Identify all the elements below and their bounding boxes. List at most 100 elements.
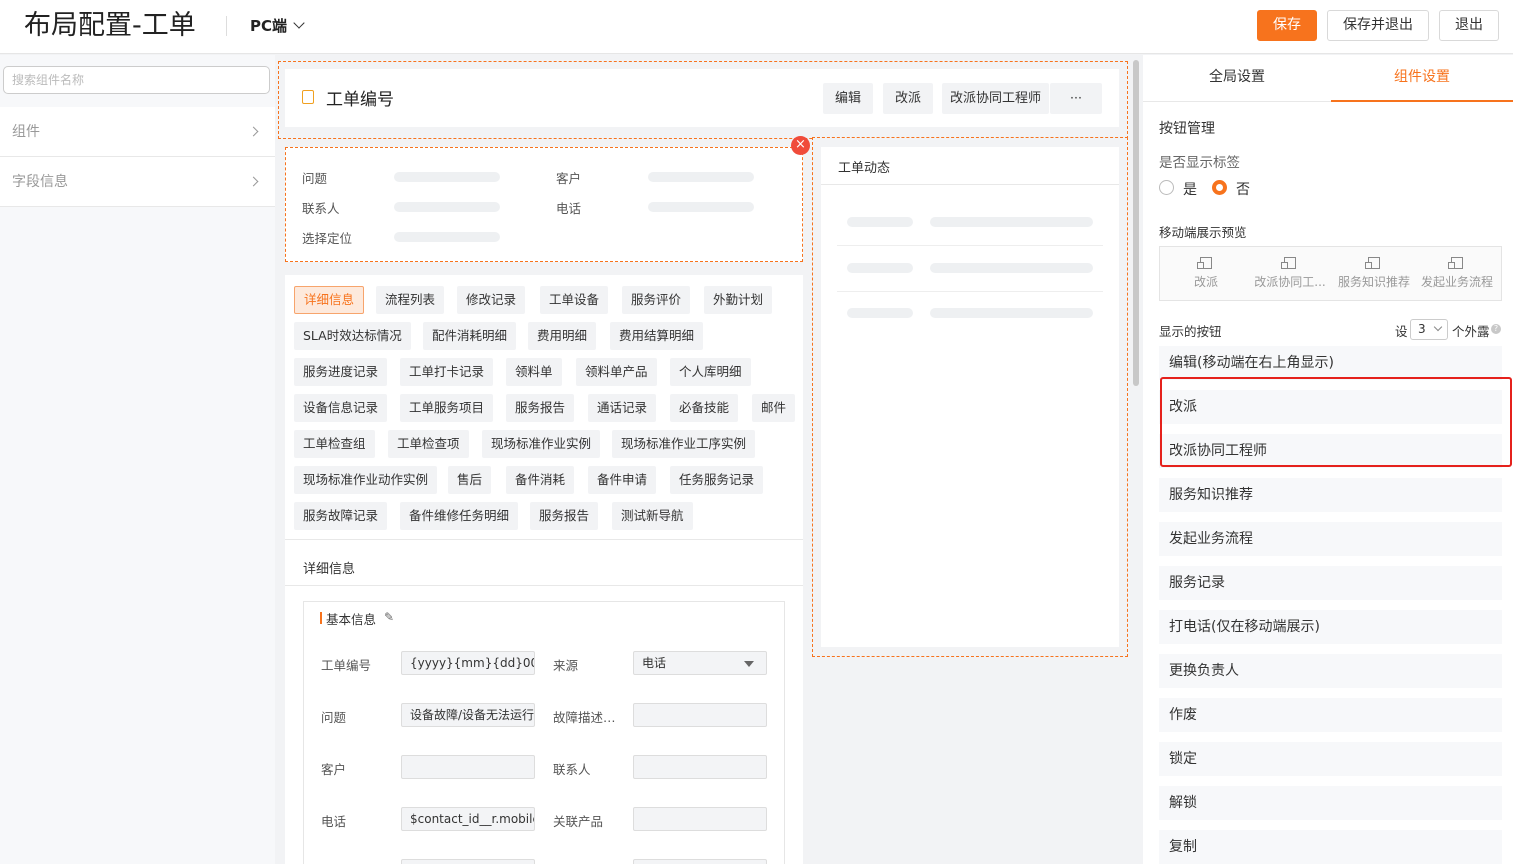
- skeleton-bar: [394, 202, 500, 212]
- tab-item[interactable]: 工单检查组: [294, 430, 375, 458]
- button-item[interactable]: 复制: [1159, 830, 1502, 864]
- form-input[interactable]: [633, 859, 767, 864]
- save-button[interactable]: 保存: [1257, 10, 1317, 41]
- tab-item[interactable]: 售后: [448, 466, 492, 494]
- tab-item[interactable]: SLA时效达标情况: [294, 322, 411, 350]
- source-select[interactable]: 电话: [633, 651, 767, 675]
- tab-item[interactable]: 个人库明细: [670, 358, 751, 386]
- form-input[interactable]: [401, 859, 535, 864]
- tab-item[interactable]: 现场标准作业工序实例: [612, 430, 756, 458]
- form-input[interactable]: 设备故障/设备无法运行: [401, 703, 535, 727]
- tab-item[interactable]: 现场标准作业实例: [482, 430, 601, 458]
- detail-tabs-card: 详细信息 流程列表 修改记录 工单设备 服务评价 外勤计划 SLA时效达标情况 …: [285, 275, 803, 864]
- tab-item[interactable]: 备件消耗: [506, 466, 575, 494]
- tab-item[interactable]: 工单设备: [540, 286, 609, 314]
- divider: [285, 585, 803, 586]
- tab-item[interactable]: 费用明细: [528, 322, 597, 350]
- highlight-box: [1160, 377, 1512, 467]
- button-item[interactable]: 作废: [1159, 698, 1502, 732]
- tab-item[interactable]: 服务故障记录: [294, 502, 388, 530]
- skeleton-bar: [648, 202, 754, 212]
- button-item[interactable]: 编辑(移动端在右上角显示): [1159, 346, 1502, 380]
- show-label-title: 是否显示标签: [1159, 155, 1240, 171]
- tab-item[interactable]: 费用结算明细: [610, 322, 704, 350]
- canvas-scrollbar[interactable]: [1133, 60, 1139, 386]
- exit-button[interactable]: 退出: [1439, 10, 1499, 41]
- button-item[interactable]: 更换负责人: [1159, 654, 1502, 688]
- sidebar-item-fields[interactable]: 字段信息: [0, 157, 275, 207]
- form-input[interactable]: $contact_id__r.mobile1: [401, 807, 535, 831]
- field-label: 联系人: [302, 201, 340, 216]
- pencil-icon[interactable]: ✎: [384, 610, 394, 624]
- more-button[interactable]: ···: [1050, 83, 1102, 114]
- radio-no[interactable]: [1212, 180, 1227, 195]
- action-icon: [1448, 257, 1463, 269]
- form-input[interactable]: [633, 703, 767, 727]
- save-exit-button[interactable]: 保存并退出: [1327, 10, 1429, 41]
- skeleton-bar: [930, 217, 1093, 227]
- tab-item[interactable]: 设备信息记录: [294, 394, 388, 422]
- skeleton-bar: [648, 172, 754, 182]
- tab-item[interactable]: 通话记录: [588, 394, 657, 422]
- search-input[interactable]: 搜索组件名称: [3, 66, 270, 94]
- platform-dropdown[interactable]: PC端: [250, 15, 305, 37]
- tab-item[interactable]: 领料单产品: [576, 358, 657, 386]
- card-reassign-button[interactable]: 改派: [883, 83, 934, 114]
- skeleton-bar: [394, 232, 500, 242]
- tab-item[interactable]: 服务报告: [506, 394, 575, 422]
- button-item[interactable]: 打电话(仅在移动端展示): [1159, 610, 1502, 644]
- tab-item[interactable]: 工单服务项目: [400, 394, 494, 422]
- tab-item[interactable]: 备件申请: [588, 466, 657, 494]
- form-input[interactable]: [633, 755, 767, 779]
- tab-item[interactable]: 任务服务记录: [670, 466, 764, 494]
- button-item[interactable]: 发起业务流程: [1159, 522, 1502, 556]
- tab-item[interactable]: 服务报告: [530, 502, 599, 530]
- close-icon[interactable]: ×: [791, 136, 810, 155]
- tab-component-settings[interactable]: 组件设置: [1331, 55, 1513, 102]
- tab-item[interactable]: 修改记录: [457, 286, 526, 314]
- page-title: 布局配置-工单: [24, 10, 196, 41]
- tab-item[interactable]: 备件维修任务明细: [400, 502, 519, 530]
- tab-detail[interactable]: 详细信息: [294, 286, 365, 314]
- tab-item[interactable]: 配件消耗明细: [423, 322, 517, 350]
- help-icon[interactable]: ?: [1491, 324, 1501, 334]
- tab-item[interactable]: 测试新导航: [612, 502, 693, 530]
- tab-item[interactable]: 服务进度记录: [294, 358, 388, 386]
- form-input[interactable]: [401, 755, 535, 779]
- tab-item[interactable]: 现场标准作业动作实例: [294, 466, 438, 494]
- button-item[interactable]: 服务知识推荐: [1159, 478, 1502, 512]
- form-input[interactable]: [633, 807, 767, 831]
- title-card[interactable]: 工单编号 编辑 改派 改派协同工程师 ···: [285, 69, 1119, 127]
- form-input[interactable]: {yyyy}{mm}{dd}000001: [401, 651, 535, 675]
- divider: [837, 291, 1103, 292]
- preview-item-label: 改派: [1193, 275, 1218, 289]
- button-item[interactable]: 服务记录: [1159, 566, 1502, 600]
- form-label: 客户: [321, 762, 347, 777]
- summary-card[interactable]: 问题 客户 联系人 电话 选择定位: [285, 147, 803, 262]
- tab-item[interactable]: 领料单: [506, 358, 562, 386]
- field-label: 客户: [556, 171, 582, 186]
- set-suffix: 个外露: [1452, 324, 1490, 339]
- action-icon: [1197, 257, 1212, 269]
- chevron-down-icon: [293, 17, 305, 29]
- tab-item[interactable]: 邮件: [752, 394, 796, 422]
- tab-item[interactable]: 外勤计划: [704, 286, 773, 314]
- card-reassign-engineer-button[interactable]: 改派协同工程师: [942, 83, 1050, 114]
- tab-item[interactable]: 必备技能: [670, 394, 739, 422]
- chevron-down-icon: [1433, 322, 1443, 332]
- tab-item[interactable]: 工单检查项: [388, 430, 469, 458]
- skeleton-bar: [930, 263, 1093, 273]
- tab-item[interactable]: 服务评价: [622, 286, 691, 314]
- set-prefix: 设: [1395, 324, 1408, 339]
- button-item[interactable]: 锁定: [1159, 742, 1502, 776]
- button-item[interactable]: 解锁: [1159, 786, 1502, 820]
- tab-global-settings[interactable]: 全局设置: [1143, 55, 1331, 102]
- visible-count-select[interactable]: 3: [1410, 319, 1448, 340]
- tab-item[interactable]: 流程列表: [376, 286, 445, 314]
- tab-item[interactable]: 工单打卡记录: [400, 358, 494, 386]
- card-edit-button[interactable]: 编辑: [823, 83, 874, 114]
- divider: [821, 184, 1119, 185]
- field-label: 电话: [556, 201, 582, 216]
- radio-yes[interactable]: [1159, 180, 1174, 195]
- sidebar-item-components[interactable]: 组件: [0, 107, 275, 157]
